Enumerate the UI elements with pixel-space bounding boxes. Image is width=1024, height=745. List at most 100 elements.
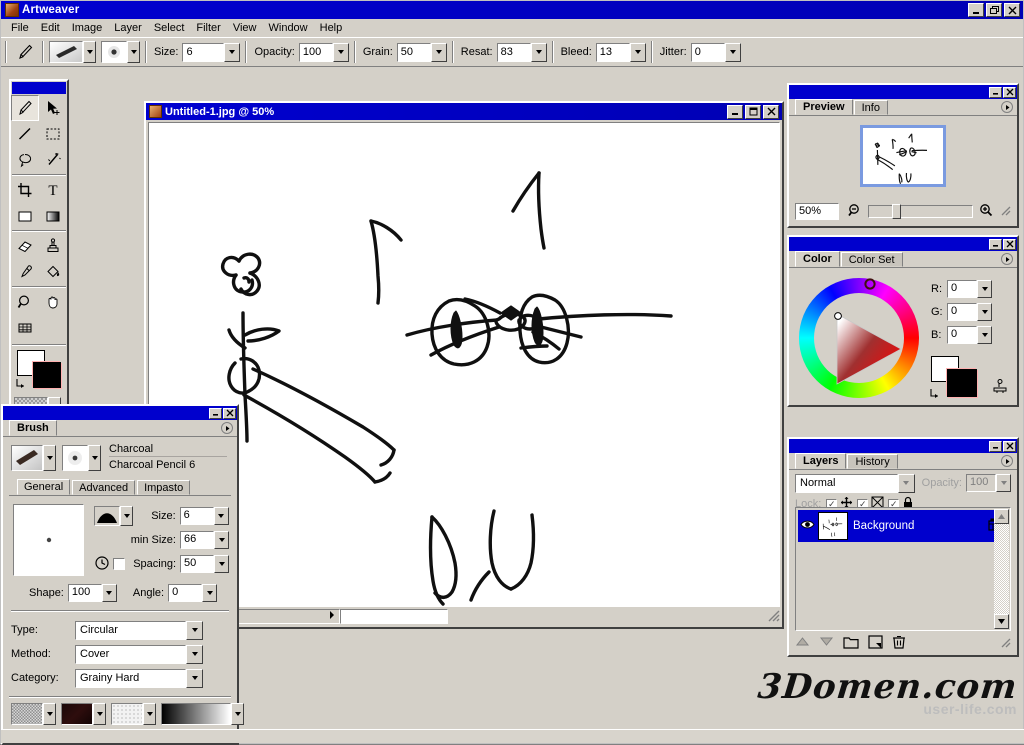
blend-mode-value[interactable]: Normal xyxy=(795,474,898,493)
brush-tip-swatch[interactable] xyxy=(101,41,127,63)
brush-preview-swatch[interactable] xyxy=(49,41,83,63)
delete-layer-icon[interactable] xyxy=(892,635,906,652)
brush-panel-title-bar[interactable] xyxy=(3,406,237,420)
menu-item-file[interactable]: File xyxy=(5,20,35,36)
new-group-icon[interactable] xyxy=(843,635,859,652)
menu-item-select[interactable]: Select xyxy=(148,20,191,36)
layer-list[interactable]: Background xyxy=(795,507,1011,631)
menu-item-window[interactable]: Window xyxy=(263,20,314,36)
layer-visibility-eye-icon[interactable] xyxy=(800,518,815,534)
blue-dropdown-arrow[interactable] xyxy=(977,326,992,344)
brush-size-value[interactable]: 6 xyxy=(180,507,214,525)
blue-value[interactable]: 0 xyxy=(947,326,977,344)
brush-size-combo[interactable]: 6 xyxy=(180,507,229,525)
tool-brush[interactable] xyxy=(11,95,39,121)
tab-info[interactable]: Info xyxy=(854,100,888,115)
color-panel-close-button[interactable] xyxy=(1003,239,1016,250)
brush-method-value[interactable]: Cover xyxy=(75,645,186,664)
tool-rectangular-marquee[interactable] xyxy=(39,121,67,147)
document-close-button[interactable] xyxy=(763,105,779,119)
brush-category-value[interactable]: Grainy Hard xyxy=(75,669,186,688)
gradient-swatch-icon[interactable] xyxy=(161,703,231,725)
bleed-value[interactable]: 13 xyxy=(596,43,630,62)
brush-shape-dropdown-arrow[interactable] xyxy=(102,584,117,602)
canvas-area[interactable] xyxy=(148,122,780,607)
grain-swatch-icon[interactable] xyxy=(111,703,143,725)
brush-type-dropdown-arrow[interactable] xyxy=(186,621,203,640)
blend-mode-combo[interactable]: Normal xyxy=(795,474,915,493)
brush-method-combo[interactable]: Cover xyxy=(75,645,203,664)
brush-min-size-dropdown-arrow[interactable] xyxy=(214,531,229,549)
brush-min-size-value[interactable]: 66 xyxy=(180,531,214,549)
tool-grid[interactable] xyxy=(11,315,39,341)
move-layer-up-icon[interactable] xyxy=(795,636,810,650)
color-panel-title-bar[interactable] xyxy=(789,237,1017,251)
jitter-combo[interactable]: 0 xyxy=(691,43,741,62)
layer-name[interactable]: Background xyxy=(853,520,988,532)
brush-category-swatch[interactable] xyxy=(11,445,43,471)
layer-list-scrollbar[interactable] xyxy=(994,509,1009,629)
tool-line[interactable] xyxy=(11,121,39,147)
pattern-swatch-dropdown[interactable] xyxy=(93,703,106,725)
pattern-swatch-icon[interactable] xyxy=(61,703,93,725)
paper-swatch-selector[interactable] xyxy=(11,703,56,722)
size-combo[interactable]: 6 xyxy=(182,43,240,62)
layers-panel-resize-grip[interactable] xyxy=(999,636,1011,651)
tool-magic-wand[interactable] xyxy=(39,147,67,173)
pattern-swatch-selector[interactable] xyxy=(61,703,106,722)
tab-general[interactable]: General xyxy=(17,479,70,495)
menu-item-edit[interactable]: Edit xyxy=(35,20,66,36)
swap-colors-icon[interactable] xyxy=(15,377,27,392)
opacity-value[interactable]: 100 xyxy=(299,43,333,62)
move-layer-down-icon[interactable] xyxy=(819,636,834,650)
grain-value[interactable]: 50 xyxy=(397,43,431,62)
new-layer-icon[interactable] xyxy=(868,635,883,652)
preview-panel-menu-icon[interactable] xyxy=(1001,101,1013,113)
tool-lasso[interactable] xyxy=(11,147,39,173)
layer-scroll-down-button[interactable] xyxy=(994,614,1009,629)
grain-swatch-dropdown[interactable] xyxy=(143,703,156,725)
size-value[interactable]: 6 xyxy=(182,43,224,62)
tab-brush[interactable]: Brush xyxy=(9,420,57,436)
paper-swatch-icon[interactable] xyxy=(11,703,43,725)
tab-color-set[interactable]: Color Set xyxy=(841,252,903,267)
layers-panel-menu-icon[interactable] xyxy=(1001,455,1013,467)
menu-item-help[interactable]: Help xyxy=(314,20,349,36)
background-color-swatch[interactable] xyxy=(33,362,61,388)
color-panel-menu-icon[interactable] xyxy=(1001,253,1013,265)
brush-spacing-dropdown-arrow[interactable] xyxy=(214,555,229,573)
size-dropdown-arrow[interactable] xyxy=(224,43,240,62)
layers-panel-title-bar[interactable] xyxy=(789,439,1017,453)
resat-value[interactable]: 83 xyxy=(497,43,531,62)
document-resize-grip[interactable] xyxy=(766,608,780,625)
layer-thumbnail[interactable] xyxy=(818,512,848,540)
restore-button[interactable] xyxy=(986,3,1002,17)
layers-panel-close-button[interactable] xyxy=(1003,441,1016,452)
brush-panel-close-button[interactable] xyxy=(223,408,236,419)
tab-impasto[interactable]: Impasto xyxy=(137,480,190,495)
tab-history[interactable]: History xyxy=(847,454,897,469)
green-value[interactable]: 0 xyxy=(947,303,977,321)
resat-dropdown-arrow[interactable] xyxy=(531,43,547,62)
brush-angle-dropdown-arrow[interactable] xyxy=(202,584,217,602)
preview-thumbnail[interactable] xyxy=(860,125,946,187)
drawing-artwork[interactable] xyxy=(149,123,779,606)
preview-zoom-slider[interactable] xyxy=(868,205,973,218)
document-maximize-button[interactable] xyxy=(745,105,761,119)
tool-clone-stamp[interactable] xyxy=(39,233,67,259)
preview-panel-title-bar[interactable] xyxy=(789,85,1017,99)
color-wheel[interactable] xyxy=(795,274,923,402)
gradient-swatch-dropdown[interactable] xyxy=(231,703,244,725)
menu-item-image[interactable]: Image xyxy=(66,20,109,36)
preview-panel-close-button[interactable] xyxy=(1003,87,1016,98)
brush-spacing-value[interactable]: 50 xyxy=(180,555,214,573)
resat-combo[interactable]: 83 xyxy=(497,43,547,62)
brush-type-combo[interactable]: Circular xyxy=(75,621,203,640)
grain-dropdown-arrow[interactable] xyxy=(431,43,447,62)
minimize-button[interactable] xyxy=(968,3,984,17)
brush-variant-swatch[interactable] xyxy=(62,445,88,471)
tab-preview[interactable]: Preview xyxy=(795,99,853,115)
opacity-combo[interactable]: 100 xyxy=(299,43,349,62)
brush-category-dropdown-arrow[interactable] xyxy=(186,669,203,688)
brush-type-value[interactable]: Circular xyxy=(75,621,186,640)
